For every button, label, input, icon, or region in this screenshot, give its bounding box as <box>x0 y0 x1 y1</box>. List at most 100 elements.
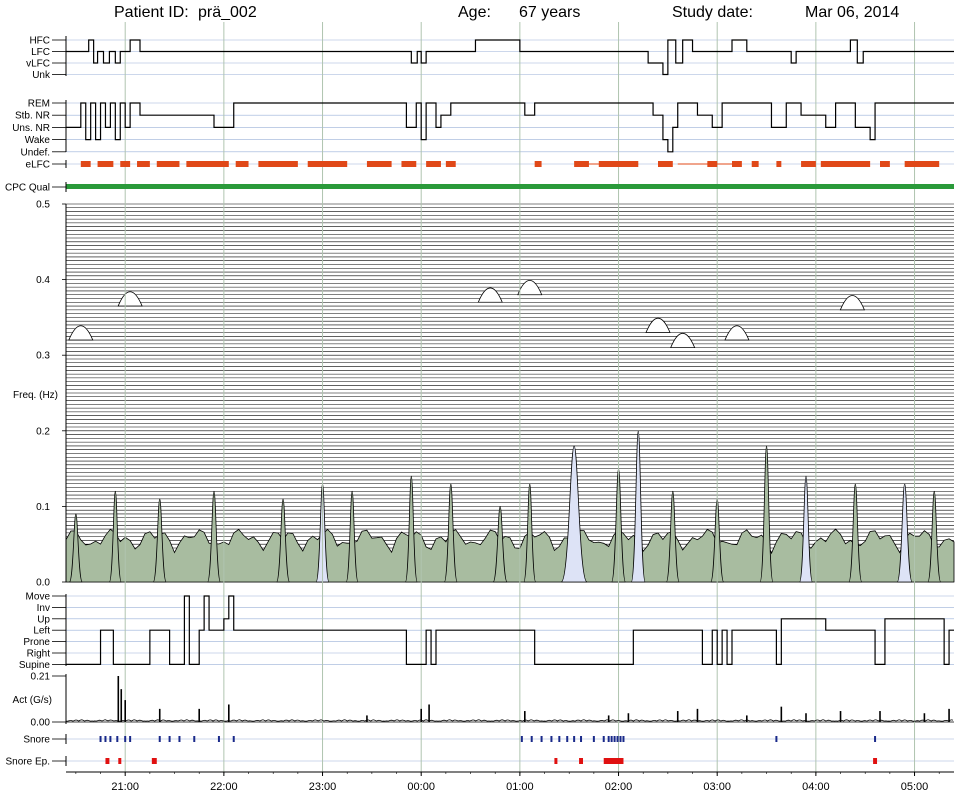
cpc-quality-bar <box>66 184 954 189</box>
snore-mark <box>874 736 877 742</box>
elfc-segment <box>751 161 759 167</box>
elfc-segment <box>658 161 673 167</box>
act-ylabel: Act (G/s) <box>13 695 52 706</box>
snore-mark <box>558 736 561 742</box>
elfc-segment <box>820 161 871 167</box>
elfc-label: eLFC <box>26 160 50 171</box>
snore-mark <box>520 736 523 742</box>
snore-mark <box>616 736 619 742</box>
sleep-stage-level-label: Stb. NR <box>15 111 50 122</box>
body-position-level-label: Up <box>37 614 50 625</box>
spectrogram-panel <box>65 203 955 583</box>
elfc-segment <box>97 161 114 167</box>
snore-mark <box>580 736 583 742</box>
snore-mark <box>116 736 119 742</box>
snore-mark <box>232 736 235 742</box>
spectrogram-ylabel: Freq. (Hz) <box>13 390 58 401</box>
cpc-state-level-label: HFC <box>29 36 50 47</box>
snore-mark <box>217 736 220 742</box>
elfc-segment <box>904 161 940 167</box>
body-position-level-label: Left <box>33 626 50 637</box>
elfc-segment <box>534 161 542 167</box>
snore-mark <box>178 736 181 742</box>
snore-mark <box>602 736 605 742</box>
x-tick-label: 21:00 <box>111 781 139 793</box>
spectrogram-ytick-label: 0.4 <box>36 275 50 286</box>
snore-mark <box>610 736 613 742</box>
x-tick-label: 01:00 <box>506 781 534 793</box>
snore-mark <box>775 736 778 742</box>
body-position-level-label: Right <box>27 649 51 660</box>
elfc-segment <box>80 161 91 167</box>
sleep-stage-level-label: Undef. <box>21 147 50 158</box>
elfc-segment <box>307 161 348 167</box>
snore-label: Snore <box>23 735 50 746</box>
spectrogram-ytick-label: 0.3 <box>36 351 50 362</box>
snore-mark <box>613 736 616 742</box>
spectrogram-ytick-label: 0.0 <box>36 578 50 589</box>
elfc-segment <box>366 161 392 167</box>
cpc-qual-label: CPC Qual <box>5 183 50 194</box>
x-tick-label: 03:00 <box>703 781 731 793</box>
snore-episode-mark <box>105 758 110 764</box>
snore-mark <box>540 736 543 742</box>
snore-mark <box>99 736 102 742</box>
sleep-stage-level-label: Uns. NR <box>12 123 50 134</box>
elfc-segment <box>801 161 816 167</box>
snore-mark <box>158 736 161 742</box>
elfc-segment <box>186 161 229 167</box>
snore-episode-mark <box>579 758 584 764</box>
elfc-segment <box>880 161 890 167</box>
cpc-state-level-label: LFC <box>31 47 50 58</box>
act-ytick-label: 0.00 <box>31 718 51 729</box>
snore-mark <box>573 736 576 742</box>
cpc-state-level-label: Unk <box>32 70 51 81</box>
x-tick-label: 23:00 <box>309 781 337 793</box>
cpc-state-level-label: vLFC <box>26 59 50 70</box>
x-tick-label: 04:00 <box>802 781 830 793</box>
elfc-segment <box>235 161 249 167</box>
body-position-level-label: Move <box>26 592 51 603</box>
snore-episode-mark <box>603 758 624 764</box>
body-position-level-label: Inv <box>37 603 50 614</box>
snore-ep-label: Snore Ep. <box>6 757 50 768</box>
snore-episode-mark <box>554 758 558 764</box>
x-tick-label: 22:00 <box>210 781 238 793</box>
snore-mark <box>124 736 127 742</box>
act-ytick-label: 0.21 <box>31 672 51 683</box>
snore-mark <box>550 736 553 742</box>
cpc-state-trace <box>66 39 954 76</box>
x-tick-label: 02:00 <box>605 781 633 793</box>
snore-mark <box>619 736 622 742</box>
spectrogram-ytick-label: 0.2 <box>36 426 50 437</box>
elfc-segment <box>445 161 456 167</box>
spectrogram-ytick-label: 0.5 <box>36 200 50 211</box>
elfc-segment <box>776 161 782 167</box>
elfc-segment <box>258 161 298 167</box>
sleep-stage-level-label: REM <box>28 99 50 110</box>
snore-mark <box>566 736 569 742</box>
body-position-level-label: Prone <box>23 637 50 648</box>
snore-mark <box>193 736 196 742</box>
snore-mark <box>607 736 610 742</box>
snore-mark <box>530 736 533 742</box>
sleep-report-chart: HFCLFCvLFCUnk REMStb. NRUns. NRWakeUndef.… <box>5 22 955 793</box>
snore-mark <box>104 736 107 742</box>
elfc-segment <box>137 161 150 167</box>
snore-mark <box>622 736 625 742</box>
snore-episode-mark <box>873 758 878 764</box>
elfc-segment <box>156 161 180 167</box>
sleep-stage-level-label: Wake <box>25 135 51 146</box>
snore-mark <box>168 736 171 742</box>
elfc-segment <box>401 161 417 167</box>
snore-mark <box>592 736 595 742</box>
snore-episode-mark <box>151 758 157 764</box>
x-tick-label: 00:00 <box>407 781 435 793</box>
snore-episode-mark <box>118 758 122 764</box>
elfc-segment <box>426 161 441 167</box>
spectrogram-ytick-label: 0.1 <box>36 502 50 513</box>
elfc-segment <box>120 161 131 167</box>
snore-mark <box>129 736 132 742</box>
snore-mark <box>109 736 112 742</box>
x-tick-label: 05:00 <box>901 781 929 793</box>
